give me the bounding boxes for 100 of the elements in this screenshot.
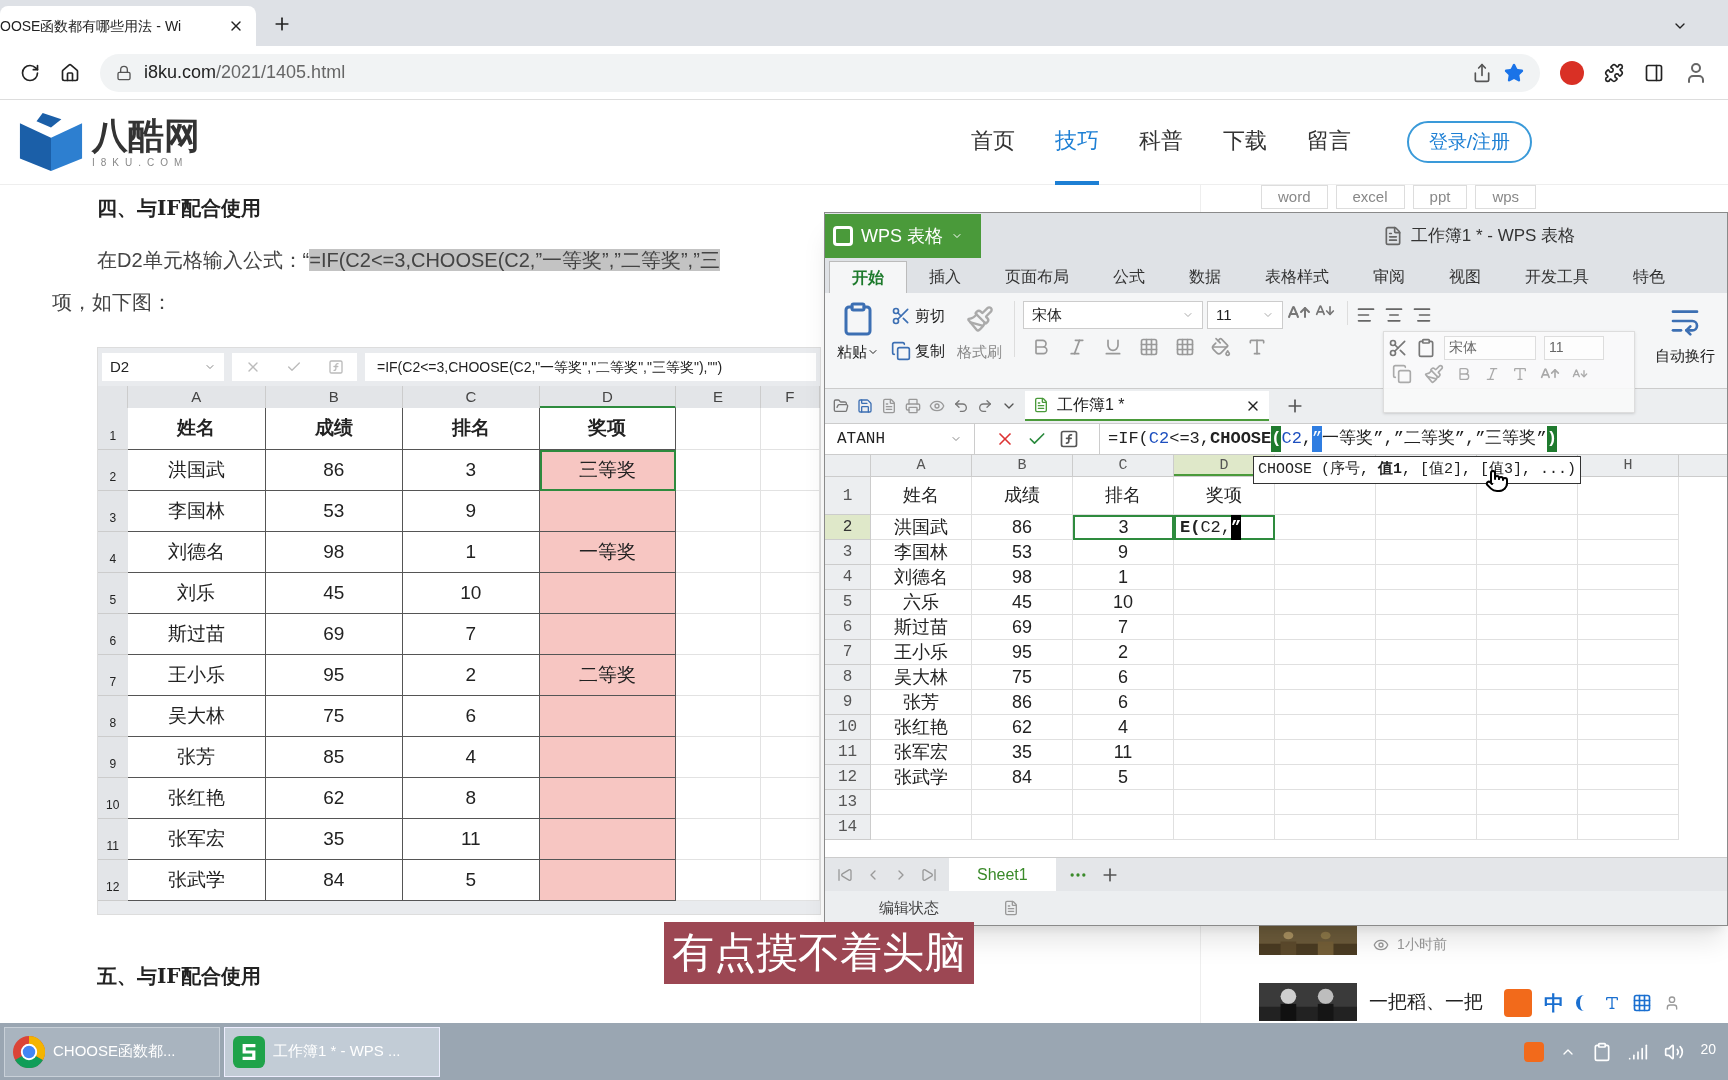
row-header: 8	[98, 696, 128, 737]
nav-link[interactable]: 下载	[1222, 99, 1267, 185]
nav-link[interactable]: 留言	[1306, 99, 1351, 185]
row-header: 3	[98, 491, 128, 532]
ribbon-tab[interactable]: 开始	[829, 261, 907, 293]
bold-icon[interactable]	[1456, 366, 1472, 382]
volume-icon[interactable]	[1664, 1041, 1685, 1062]
reload-icon[interactable]	[20, 62, 40, 83]
font-field[interactable]: 宋体	[1023, 301, 1203, 329]
news-title[interactable]: 一把稻、一把	[1369, 987, 1483, 1017]
table-cell: 84	[972, 765, 1073, 790]
ribbon-tab[interactable]: 视图	[1427, 261, 1503, 293]
table-cell: 69	[972, 615, 1073, 640]
table-cell: 姓名	[871, 477, 972, 515]
wrap-text-button[interactable]: 自动换行	[1655, 345, 1715, 368]
site-logo[interactable]: 八酷网	[92, 114, 200, 155]
fill-color-icon[interactable]	[1211, 337, 1231, 357]
ime-mode[interactable]: 中	[1544, 988, 1564, 1018]
function-icon[interactable]	[1059, 429, 1079, 449]
address-field[interactable]: i8ku.com/2021/1405.html	[100, 53, 1540, 92]
formula-field[interactable]: =IF(C2<=3,CHOOSE(C2,”一等奖”,”二等奖”,”三等奖”)	[1099, 424, 1727, 454]
category-tab[interactable]: ppt	[1412, 185, 1468, 209]
sheet-tab[interactable]: Sheet1	[949, 857, 1056, 892]
row-header: 13	[825, 790, 871, 815]
paste-button[interactable]: 粘贴	[837, 341, 867, 364]
cell-editor[interactable]: E(C2,”	[1174, 515, 1275, 540]
redo-icon[interactable]	[977, 398, 993, 414]
row-header: 4	[98, 532, 128, 573]
font-color-icon[interactable]	[1247, 337, 1267, 357]
table-cell: 张红艳	[871, 715, 972, 740]
category-tab[interactable]: word	[1261, 185, 1328, 209]
first-sheet-icon[interactable]	[837, 866, 853, 883]
side-panel-icon[interactable]	[1644, 62, 1664, 83]
category-tab[interactable]: excel	[1335, 185, 1405, 209]
font-field[interactable]: 宋体	[1444, 336, 1536, 360]
keyboard-icon[interactable]	[1632, 993, 1652, 1013]
underline-icon[interactable]	[1103, 337, 1123, 357]
undo-icon[interactable]	[953, 398, 969, 414]
align-middle-icon[interactable]	[1384, 305, 1404, 325]
ribbon-tab[interactable]: 审阅	[1351, 261, 1427, 293]
table-cell: 王小乐	[871, 640, 972, 665]
table-cell: 75	[972, 665, 1073, 690]
cut-icon[interactable]	[1388, 338, 1408, 358]
name-box-text: D2	[110, 356, 130, 377]
cut-button[interactable]: 剪切	[915, 305, 945, 328]
home-icon[interactable]	[60, 62, 80, 83]
open-icon[interactable]	[833, 398, 849, 414]
document-tab[interactable]: 工作簿1 *	[1025, 391, 1269, 421]
ribbon-tab[interactable]: 公式	[1091, 261, 1167, 293]
category-tab[interactable]: wps	[1475, 185, 1537, 209]
table-cell: 5	[402, 860, 540, 901]
ribbon-tab[interactable]: 开发工具	[1503, 261, 1611, 293]
cut-icon[interactable]	[891, 306, 911, 327]
app-menu-button[interactable]: WPS 表格	[825, 214, 981, 258]
table-cell: 张武学	[127, 860, 266, 901]
align-bottom-icon[interactable]	[1412, 305, 1432, 325]
ribbon-tab[interactable]: 页面布局	[983, 261, 1091, 293]
format-painter-icon[interactable]	[1424, 364, 1444, 384]
bookmark-star-icon[interactable]	[1504, 62, 1524, 83]
merge-icon[interactable]	[1175, 337, 1195, 357]
video-subtitle: 有点摸不着头脑	[664, 922, 974, 984]
copy-button[interactable]: 复制	[915, 339, 945, 362]
share-icon[interactable]	[1472, 62, 1492, 83]
preview-icon[interactable]	[929, 398, 945, 414]
print-icon[interactable]	[905, 398, 921, 414]
row-header: 8	[825, 665, 871, 690]
row-header: 7	[98, 655, 128, 696]
table-cell: 5	[1073, 765, 1174, 790]
ribbon-tab[interactable]: 插入	[907, 261, 983, 293]
login-button[interactable]: 登录/注册	[1406, 121, 1532, 163]
ribbon-tab[interactable]: 表格样式	[1243, 261, 1351, 293]
last-sheet-icon[interactable]	[921, 866, 937, 883]
clipboard-icon[interactable]	[1592, 1041, 1613, 1062]
table-cell: 86	[972, 515, 1073, 540]
italic-icon[interactable]	[1067, 337, 1087, 357]
ribbon-tab[interactable]: 数据	[1167, 261, 1243, 293]
name-box[interactable]: ATANH	[825, 424, 975, 454]
status-text: 编辑状态	[879, 897, 939, 918]
table-cell: 9	[1073, 540, 1174, 565]
align-top-icon[interactable]	[1356, 305, 1376, 325]
format-painter-icon[interactable]	[965, 305, 994, 333]
borders-icon[interactable]	[1139, 337, 1159, 357]
nav-link[interactable]: 首页	[970, 99, 1015, 185]
extensions-icon[interactable]	[1604, 62, 1624, 83]
save-icon[interactable]	[857, 398, 873, 414]
ribbon-tab[interactable]: 特色	[1611, 261, 1687, 293]
browser-tab[interactable]: OOSE函数都有哪些用法 - Wi	[0, 6, 256, 46]
italic-icon[interactable]	[1484, 366, 1500, 382]
adblock-icon[interactable]	[1560, 60, 1584, 85]
copy-icon[interactable]	[891, 340, 911, 361]
font-size-field[interactable]: 11	[1207, 301, 1283, 329]
row-header: 2	[98, 450, 128, 491]
font-color-icon[interactable]	[1512, 366, 1528, 382]
font-size-field[interactable]: 11	[1544, 336, 1604, 360]
export-icon[interactable]	[881, 398, 897, 414]
user-icon[interactable]	[1664, 995, 1680, 1011]
copy-icon[interactable]	[1392, 364, 1412, 384]
paste-icon[interactable]	[1416, 338, 1436, 358]
table-cell: 斯过苗	[871, 615, 972, 640]
nav-link[interactable]: 科普	[1138, 99, 1183, 185]
